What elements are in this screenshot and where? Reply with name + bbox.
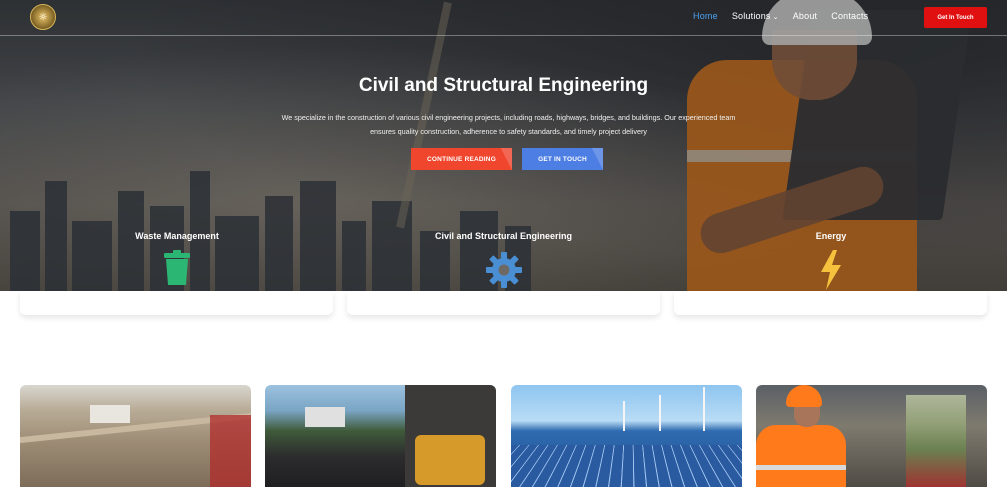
emblem-logo-icon[interactable]: ☼: [30, 4, 56, 30]
trash-bin-icon[interactable]: [163, 250, 191, 291]
get-in-touch-button[interactable]: Get In Touch: [924, 7, 987, 28]
nav-solutions-label: Solutions: [731, 11, 771, 21]
page: ☼ Home Solutions ⌄ About Contacts Get In …: [0, 0, 1007, 487]
lightning-bolt-icon[interactable]: [819, 250, 843, 295]
service-card-civil-structural[interactable]: [347, 291, 660, 315]
hero-description-line-1: We specialize in the construction of var…: [281, 113, 736, 122]
hero-title: Civil and Structural Engineering: [358, 75, 649, 96]
service-card-waste-management[interactable]: [20, 291, 333, 315]
gear-icon[interactable]: [486, 252, 522, 293]
nav-home-link[interactable]: Home: [693, 11, 718, 21]
get-in-touch-hero-button[interactable]: GET IN TOUCH: [522, 148, 603, 170]
project-image-construction-site[interactable]: [20, 385, 251, 487]
hero-banner: [0, 0, 1007, 291]
nav-solutions-link[interactable]: Solutions ⌄: [732, 11, 779, 21]
project-image-solar-wind-farm[interactable]: [511, 385, 742, 487]
nav-contacts-link[interactable]: Contacts: [831, 11, 868, 21]
service-title-energy[interactable]: Energy: [780, 231, 882, 241]
main-menu: Home Solutions ⌄ About Contacts: [693, 11, 868, 21]
hero-description: We specialize in the construction of var…: [260, 111, 757, 139]
service-title-waste-management[interactable]: Waste Management: [100, 231, 254, 241]
hero-description-line-2: ensures quality construction, adherence …: [370, 127, 647, 136]
top-navigation: ☼ Home Solutions ⌄ About Contacts Get In …: [0, 0, 1007, 36]
nav-about-link[interactable]: About: [793, 11, 818, 21]
service-title-civil-structural[interactable]: Civil and Structural Engineering: [400, 231, 607, 241]
chevron-down-icon: ⌄: [772, 14, 779, 21]
project-image-recycling-worker[interactable]: [756, 385, 987, 487]
project-image-road-paving[interactable]: [265, 385, 496, 487]
continue-reading-button[interactable]: CONTINUE READING: [411, 148, 512, 170]
